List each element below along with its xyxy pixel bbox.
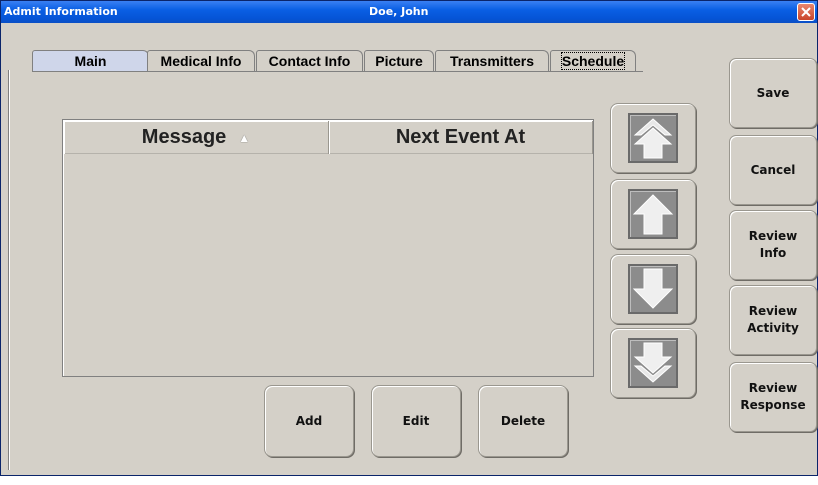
edit-button[interactable]: Edit — [371, 385, 461, 457]
review-activity-button[interactable]: Review Activity — [729, 285, 817, 355]
button-label: Review — [748, 381, 798, 395]
button-label: Review — [748, 304, 798, 318]
frame-divider — [8, 70, 10, 470]
review-response-button[interactable]: Review Response — [729, 362, 817, 432]
review-info-button[interactable]: Review Info — [729, 210, 817, 280]
tab-label: Picture — [375, 53, 423, 69]
column-header-next-event[interactable]: Next Event At — [329, 121, 593, 154]
save-button[interactable]: Save — [729, 58, 817, 128]
move-to-top-icon — [633, 118, 673, 159]
patient-name: Doe, John — [369, 5, 429, 18]
column-header-message[interactable]: Message ▲ — [64, 121, 329, 154]
move-down-button[interactable] — [610, 254, 696, 324]
tab-schedule[interactable]: Schedule — [550, 50, 636, 72]
move-up-icon — [632, 194, 674, 235]
column-label: Next Event At — [395, 126, 526, 148]
close-button[interactable] — [797, 3, 815, 21]
move-to-bottom-button[interactable] — [610, 328, 696, 398]
button-label: Activity — [747, 321, 799, 335]
schedule-table[interactable]: Message ▲ Next Event At — [62, 119, 594, 377]
tab-label: Transmitters — [449, 53, 535, 69]
button-label: Review — [748, 229, 798, 243]
move-down-icon — [632, 268, 674, 309]
table-header: Message ▲ Next Event At — [64, 121, 593, 154]
close-icon — [801, 7, 811, 17]
tab-label: Main — [74, 53, 107, 69]
tab-medical-info[interactable]: Medical Info — [147, 50, 255, 72]
sort-ascending-icon: ▲ — [238, 130, 251, 145]
button-label: Info — [759, 246, 787, 260]
tab-label: Schedule — [560, 52, 626, 70]
tab-label: Contact Info — [268, 53, 351, 69]
move-up-button[interactable] — [610, 179, 696, 249]
delete-button[interactable]: Delete — [478, 385, 568, 457]
cancel-button[interactable]: Cancel — [729, 135, 817, 205]
title-bar[interactable]: Admit Information Doe, John — [1, 1, 817, 23]
move-to-top-button[interactable] — [610, 103, 696, 173]
add-button[interactable]: Add — [264, 385, 354, 457]
tab-transmitters[interactable]: Transmitters — [435, 50, 549, 72]
move-to-bottom-icon — [633, 342, 673, 383]
tab-main[interactable]: Main — [32, 50, 149, 72]
window-title: Admit Information — [4, 5, 118, 18]
column-label: Message — [141, 126, 227, 148]
button-label: Response — [740, 398, 806, 412]
tab-label: Medical Info — [160, 53, 242, 69]
tab-picture[interactable]: Picture — [364, 50, 434, 72]
tab-contact-info[interactable]: Contact Info — [256, 50, 363, 72]
